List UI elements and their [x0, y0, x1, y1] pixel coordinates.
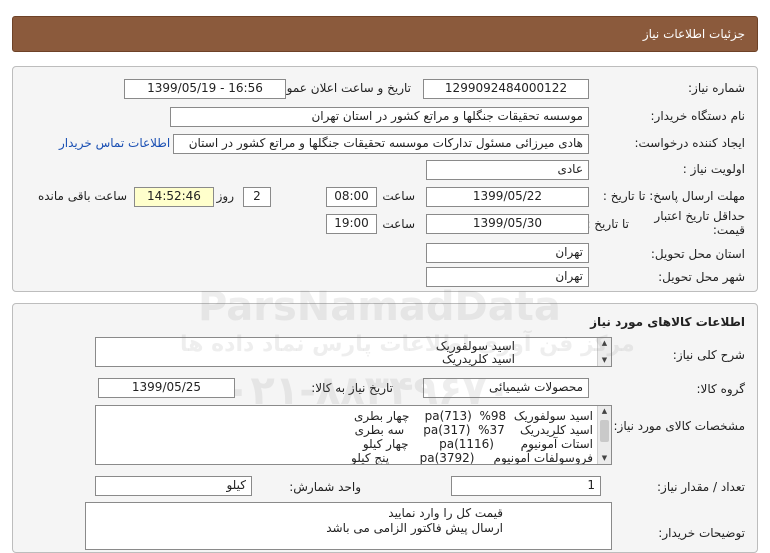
validity-label-line1: حداقل تاریخ اعتبار [654, 209, 745, 223]
deadline-time-field: 08:00 [326, 187, 377, 207]
scroll-up-icon[interactable]: ▲ [598, 338, 611, 349]
scroll-thumb[interactable] [600, 420, 609, 442]
specs-line-4: فروسولفات آمونیوم pa(3792) پنج کیلو [351, 451, 593, 465]
buyer-notes-textarea[interactable]: قیمت کل را وارد نمایید ارسال پیش فاکتور … [85, 502, 612, 550]
need-date-field: 1399/05/25 [98, 378, 235, 398]
remaining-time-field: 14:52:46 [134, 187, 214, 207]
goods-info-panel: اطلاعات کالاهای مورد نیاز شرح کلی نیاز: … [12, 303, 758, 553]
validity-until-label: تا تاریخ : [586, 217, 629, 231]
deadline-label: مهلت ارسال پاسخ: تا تاریخ : [602, 189, 745, 203]
deadline-time-label: ساعت [382, 189, 415, 203]
goods-section-title: اطلاعات کالاهای مورد نیاز [590, 315, 745, 329]
validity-label-line2: قیمت: [712, 223, 745, 237]
remaining-days-field: 2 [243, 187, 271, 207]
specs-label: مشخصات کالای مورد نیاز: [613, 419, 745, 433]
remaining-label: ساعت باقی مانده [37, 189, 127, 203]
scroll-up-icon[interactable]: ▲ [598, 406, 611, 417]
priority-label: اولویت نیاز : [682, 162, 745, 176]
need-number-field: 1299092484000122 [423, 79, 589, 99]
specs-line-3: استات آمونیوم pa(1116) چهار کیلو [362, 437, 593, 451]
need-number-label: شماره نیاز: [688, 81, 745, 95]
summary-textarea[interactable]: اسید سولفوریک اسید کلریدریک ▲ ▼ [95, 337, 612, 367]
requester-field: هادی میرزائی مسئول تدارکات موسسه تحقیقات… [173, 134, 589, 154]
deadline-date-field: 1399/05/22 [426, 187, 589, 207]
summary-line-1: اسید سولفوریک [435, 339, 515, 353]
buyer-notes-line-1: قیمت کل را وارد نمایید [388, 506, 503, 520]
buyer-contact-link[interactable]: اطلاعات تماس خریدار [59, 136, 170, 150]
specs-line-2: اسید کلریدریک 37% pa(317) سه بطری [354, 423, 593, 437]
specs-scrollbar[interactable]: ▲ ▼ [597, 406, 611, 464]
buyer-notes-label: توضیحات خریدار: [658, 526, 745, 540]
city-label: شهر محل تحویل: [658, 270, 745, 284]
goods-group-label: گروه کالا: [696, 382, 746, 396]
buyer-notes-line-2: ارسال پیش فاکتور الزامی می باشد [326, 521, 503, 535]
validity-time-field: 19:00 [326, 214, 377, 234]
goods-group-field: محصولات شیمیائی [423, 378, 589, 398]
requester-label: ایجاد کننده درخواست: [634, 136, 745, 150]
summary-line-2: اسید کلریدریک [442, 352, 515, 366]
buyer-org-label: نام دستگاه خریدار: [650, 109, 746, 123]
scroll-down-icon[interactable]: ▼ [598, 453, 611, 464]
province-field: تهران [426, 243, 589, 263]
summary-scrollbar[interactable]: ▲ ▼ [597, 338, 611, 366]
city-field: تهران [426, 267, 589, 287]
validity-time-label: ساعت [382, 217, 415, 231]
unit-label: واحد شمارش: [289, 480, 361, 494]
validity-label: حداقل تاریخ اعتبار قیمت: [654, 209, 745, 237]
need-date-label: تاریخ نیاز به کالا: [311, 381, 393, 395]
scroll-down-icon[interactable]: ▼ [598, 355, 611, 366]
announce-datetime-field: 1399/05/19 - 16:56 [124, 79, 286, 99]
buyer-org-field: موسسه تحقیقات جنگلها و مراتع کشور در است… [170, 107, 589, 127]
province-label: استان محل تحویل: [650, 247, 745, 261]
page-header: جزئیات اطلاعات نیاز [12, 16, 758, 52]
quantity-label: تعداد / مقدار نیاز: [657, 480, 745, 494]
page-title: جزئیات اطلاعات نیاز [642, 27, 745, 41]
specs-line-1: اسید سولفوریک 98% pa(713) چهار بطری [353, 409, 593, 423]
specs-textarea[interactable]: اسید سولفوریک 98% pa(713) چهار بطری اسید… [95, 405, 612, 465]
priority-field: عادی [426, 160, 589, 180]
summary-label: شرح کلی نیاز: [672, 348, 745, 362]
quantity-field: 1 [451, 476, 601, 496]
validity-date-field: 1399/05/30 [426, 214, 589, 234]
unit-field: کیلو [95, 476, 252, 496]
announce-label: تاریخ و ساعت اعلان عمومی: [266, 81, 411, 95]
need-info-panel: شماره نیاز: 1299092484000122 تاریخ و ساع… [12, 66, 758, 292]
